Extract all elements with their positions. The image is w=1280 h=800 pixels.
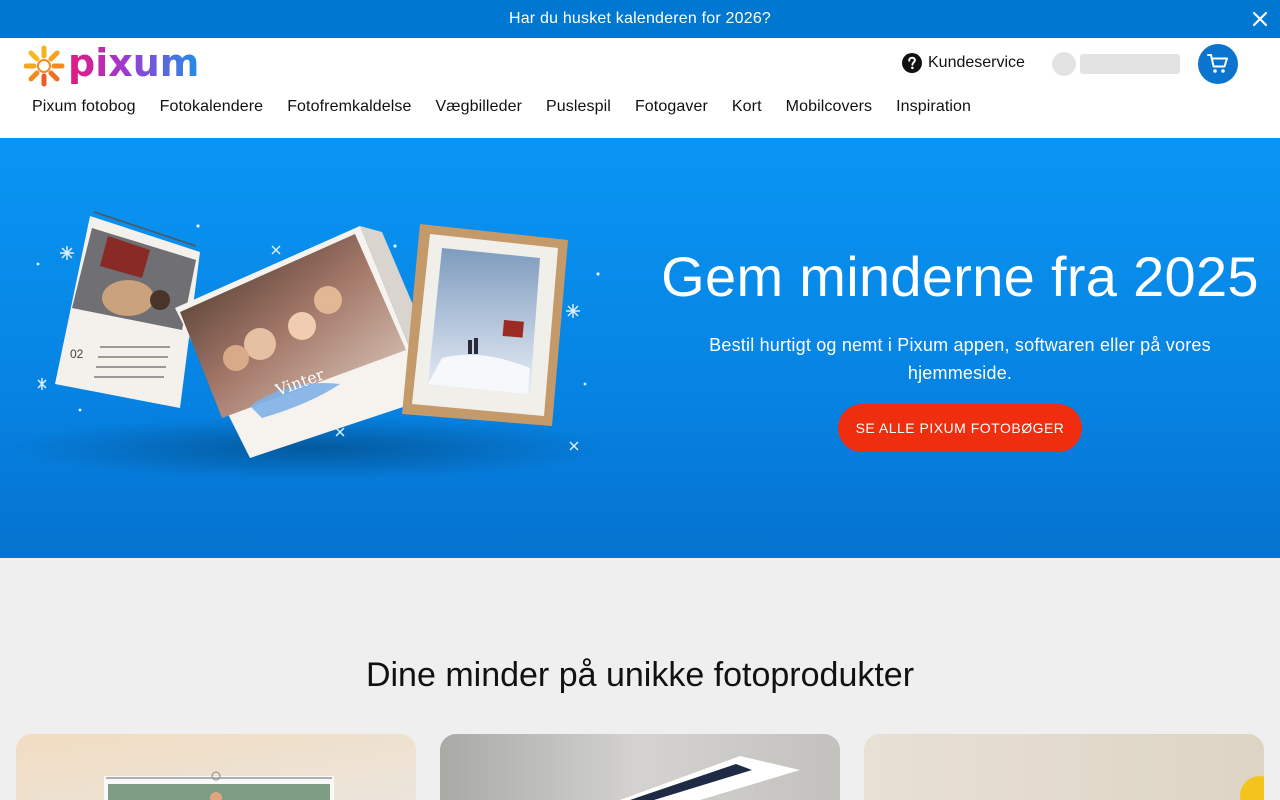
nav-item-mobilcovers[interactable]: Mobilcovers: [774, 96, 884, 120]
svg-text:02: 02: [70, 347, 84, 361]
nav-item-fotokalendere[interactable]: Fotokalendere: [148, 96, 276, 120]
nav-item-pixum-fotobog[interactable]: Pixum fotobog: [20, 96, 148, 120]
product-card[interactable]: [440, 734, 840, 800]
promo-banner: Har du husket kalenderen for 2026?: [0, 0, 1280, 38]
site-header: pixum Kundeservice Pixum fotobog Fotokal…: [0, 38, 1280, 138]
cart-button[interactable]: [1198, 44, 1238, 84]
nav-item-fotogaver[interactable]: Fotogaver: [623, 96, 720, 120]
svg-text:pixum: pixum: [68, 44, 199, 85]
product-card-image: [864, 734, 1264, 800]
hero-subtitle: Bestil hurtigt og nemt i Pixum appen, so…: [709, 335, 1211, 383]
account-menu[interactable]: [1052, 52, 1180, 76]
nav-item-inspiration[interactable]: Inspiration: [884, 96, 983, 120]
nav-item-puslespil[interactable]: Puslespil: [534, 96, 623, 120]
product-card[interactable]: [864, 734, 1264, 800]
avatar: [1052, 52, 1076, 76]
nav-item-fotofremkaldelse[interactable]: Fotofremkaldelse: [275, 96, 423, 120]
hero-product-image[interactable]: 02 Vinter: [10, 208, 630, 498]
products-section-title: Dine minder på unikke fotoprodukter: [365, 656, 915, 694]
product-card-image: [440, 734, 840, 800]
product-card-image: [16, 734, 416, 800]
hero-title: Gem minderne fra 2025: [661, 245, 1259, 308]
nav-item-vaegbilleder[interactable]: Vægbilleder: [424, 96, 534, 120]
product-card[interactable]: [16, 734, 416, 800]
framed-photo-image: [402, 224, 568, 426]
pixum-logo[interactable]: pixum: [24, 44, 200, 90]
customer-service-link[interactable]: Kundeservice: [902, 53, 1025, 73]
promo-text[interactable]: Har du husket kalenderen for 2026?: [509, 10, 771, 28]
cart-icon: [1207, 54, 1228, 73]
customer-service-label: Kundeservice: [928, 54, 1025, 71]
help-icon: [902, 53, 922, 73]
main-nav: Pixum fotobog Fotokalendere Fotofremkald…: [20, 96, 983, 120]
sun-icon: [24, 45, 65, 87]
nav-item-kort[interactable]: Kort: [720, 96, 774, 120]
hero-banner: 02 Vinter Gem minderne fra 2025 Bestil h…: [0, 138, 1280, 558]
see-all-photobooks-button[interactable]: SE ALLE PIXUM FOTOBØGER: [838, 404, 1082, 452]
account-name-placeholder: [1080, 54, 1180, 74]
close-icon[interactable]: [1250, 9, 1270, 29]
